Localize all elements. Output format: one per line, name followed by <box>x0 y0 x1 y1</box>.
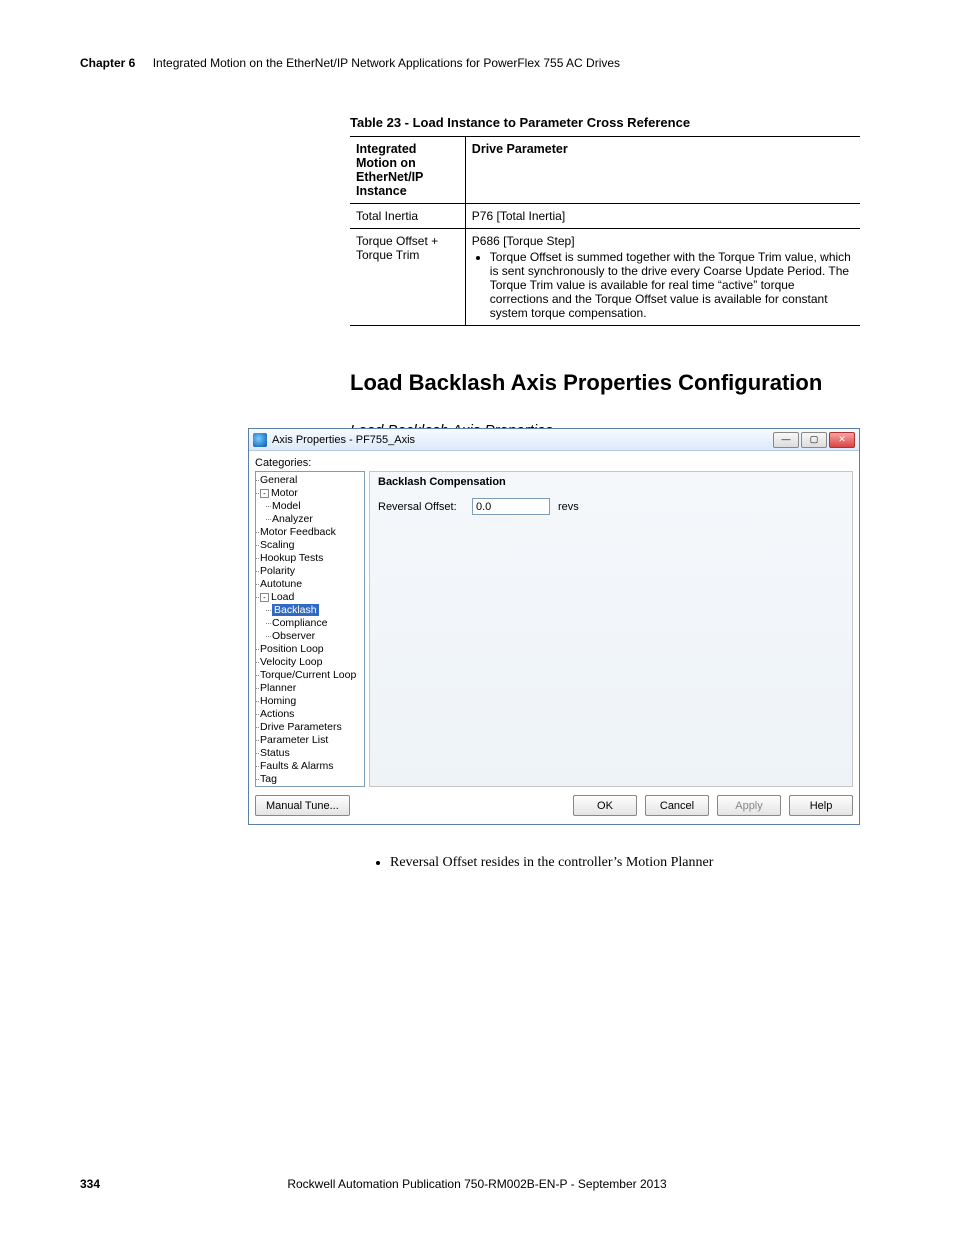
chapter-label: Chapter 6 <box>80 56 135 70</box>
page-footer: 334 Rockwell Automation Publication 750-… <box>0 1177 954 1191</box>
properties-pane: Backlash Compensation Reversal Offset: r… <box>369 471 853 787</box>
section-title: Load Backlash Axis Properties Configurat… <box>350 370 860 396</box>
minimize-button[interactable]: — <box>773 432 799 448</box>
categories-label: Categories: <box>255 457 853 469</box>
tree-item-parameter-list[interactable]: Parameter List <box>260 734 364 747</box>
cancel-button[interactable]: Cancel <box>645 795 709 816</box>
ok-button[interactable]: OK <box>573 795 637 816</box>
tree-item-velocity-loop[interactable]: Velocity Loop <box>260 656 364 669</box>
window-titlebar[interactable]: Axis Properties - PF755_Axis — ▢ ✕ <box>249 429 859 451</box>
tree-item-autotune[interactable]: Autotune <box>260 578 364 591</box>
table-row: Torque Offset + Torque Trim P686 [Torque… <box>350 229 860 326</box>
categories-tree[interactable]: General -Motor Model Analyzer Motor Feed… <box>255 471 365 787</box>
tree-item-faults-alarms[interactable]: Faults & Alarms <box>260 760 364 773</box>
pane-heading: Backlash Compensation <box>378 476 844 488</box>
tree-item-planner[interactable]: Planner <box>260 682 364 695</box>
tree-item-scaling[interactable]: Scaling <box>260 539 364 552</box>
tree-item-analyzer[interactable]: Analyzer <box>272 513 364 526</box>
reversal-offset-unit: revs <box>558 501 579 513</box>
tree-item-motor-feedback[interactable]: Motor Feedback <box>260 526 364 539</box>
axis-properties-window: Axis Properties - PF755_Axis — ▢ ✕ Categ… <box>248 428 860 825</box>
page-header: Chapter 6 Integrated Motion on the Ether… <box>80 56 874 70</box>
cell-parameter-head: P686 [Torque Step] <box>472 234 854 248</box>
manual-tune-button[interactable]: Manual Tune... <box>255 795 350 816</box>
tree-item-torque-current-loop[interactable]: Torque/Current Loop <box>260 669 364 682</box>
tree-item-motor[interactable]: -Motor Model Analyzer <box>260 487 364 526</box>
tree-item-observer[interactable]: Observer <box>272 630 364 643</box>
cell-instance: Torque Offset + Torque Trim <box>350 229 465 326</box>
tree-item-load[interactable]: -Load Backlash Compliance Observer <box>260 591 364 643</box>
apply-button[interactable]: Apply <box>717 795 781 816</box>
cell-parameter-bullet: Torque Offset is summed together with th… <box>490 250 854 320</box>
cross-reference-table: Integrated Motion on EtherNet/IP Instanc… <box>350 136 860 326</box>
table-header-instance: Integrated Motion on EtherNet/IP Instanc… <box>350 137 465 204</box>
tree-item-polarity[interactable]: Polarity <box>260 565 364 578</box>
window-title: Axis Properties - PF755_Axis <box>272 434 773 446</box>
maximize-button[interactable]: ▢ <box>801 432 827 448</box>
cell-parameter: P686 [Torque Step] Torque Offset is summ… <box>465 229 860 326</box>
tree-item-backlash[interactable]: Backlash <box>272 604 364 617</box>
table-header-parameter: Drive Parameter <box>465 137 860 204</box>
tree-item-drive-parameters[interactable]: Drive Parameters <box>260 721 364 734</box>
table-caption: Table 23 - Load Instance to Parameter Cr… <box>350 115 860 130</box>
tree-item-compliance[interactable]: Compliance <box>272 617 364 630</box>
chapter-title: Integrated Motion on the EtherNet/IP Net… <box>153 56 620 70</box>
tree-item-hookup-tests[interactable]: Hookup Tests <box>260 552 364 565</box>
cell-parameter: P76 [Total Inertia] <box>465 204 860 229</box>
tree-item-actions[interactable]: Actions <box>260 708 364 721</box>
cell-instance: Total Inertia <box>350 204 465 229</box>
table-row: Total Inertia P76 [Total Inertia] <box>350 204 860 229</box>
collapse-icon[interactable]: - <box>260 489 269 498</box>
reversal-offset-input[interactable] <box>472 498 550 515</box>
close-button[interactable]: ✕ <box>829 432 855 448</box>
tree-item-status[interactable]: Status <box>260 747 364 760</box>
page-number: 334 <box>80 1177 100 1191</box>
tree-item-homing[interactable]: Homing <box>260 695 364 708</box>
tree-item-model[interactable]: Model <box>272 500 364 513</box>
body-bullet: Reversal Offset resides in the controlle… <box>390 855 860 871</box>
tree-item-general[interactable]: General <box>260 474 364 487</box>
tree-item-tag[interactable]: Tag <box>260 773 364 786</box>
publication-info: Rockwell Automation Publication 750-RM00… <box>0 1177 954 1191</box>
body-bullet-list: Reversal Offset resides in the controlle… <box>370 855 860 871</box>
collapse-icon[interactable]: - <box>260 593 269 602</box>
help-button[interactable]: Help <box>789 795 853 816</box>
tree-item-position-loop[interactable]: Position Loop <box>260 643 364 656</box>
reversal-offset-label: Reversal Offset: <box>378 501 464 513</box>
app-icon <box>253 433 267 447</box>
